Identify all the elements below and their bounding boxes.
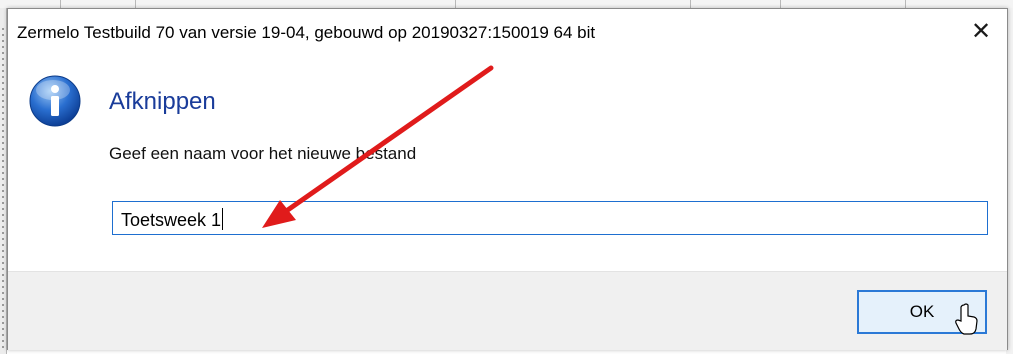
bg-cell-divider	[60, 0, 61, 8]
filename-input[interactable]: Toetsweek 1	[112, 201, 988, 235]
bg-cell-divider	[455, 0, 456, 8]
dialog-title: Zermelo Testbuild 70 van versie 19-04, g…	[17, 23, 596, 42]
filename-input-value: Toetsweek 1	[121, 210, 222, 230]
bg-cell-divider	[780, 0, 781, 8]
bg-cell-divider	[905, 0, 906, 8]
bg-cell-divider	[135, 0, 136, 8]
dialog-heading: Afknippen	[109, 88, 216, 115]
background-dotted-line	[2, 28, 4, 348]
dialog-titlebar[interactable]: Zermelo Testbuild 70 van versie 19-04, g…	[8, 9, 1007, 57]
close-icon: ✕	[970, 17, 992, 45]
input-dialog: Zermelo Testbuild 70 van versie 19-04, g…	[7, 8, 1008, 350]
bg-cell-divider	[690, 0, 691, 8]
background-window-edge	[0, 8, 7, 354]
ok-button-label: OK	[909, 302, 935, 321]
mouse-cursor-icon	[955, 303, 978, 335]
info-icon	[29, 75, 81, 127]
dialog-prompt: Geef een naam voor het nieuwe bestand	[109, 144, 417, 163]
close-button[interactable]: ✕	[955, 9, 1007, 53]
text-caret	[222, 208, 224, 230]
